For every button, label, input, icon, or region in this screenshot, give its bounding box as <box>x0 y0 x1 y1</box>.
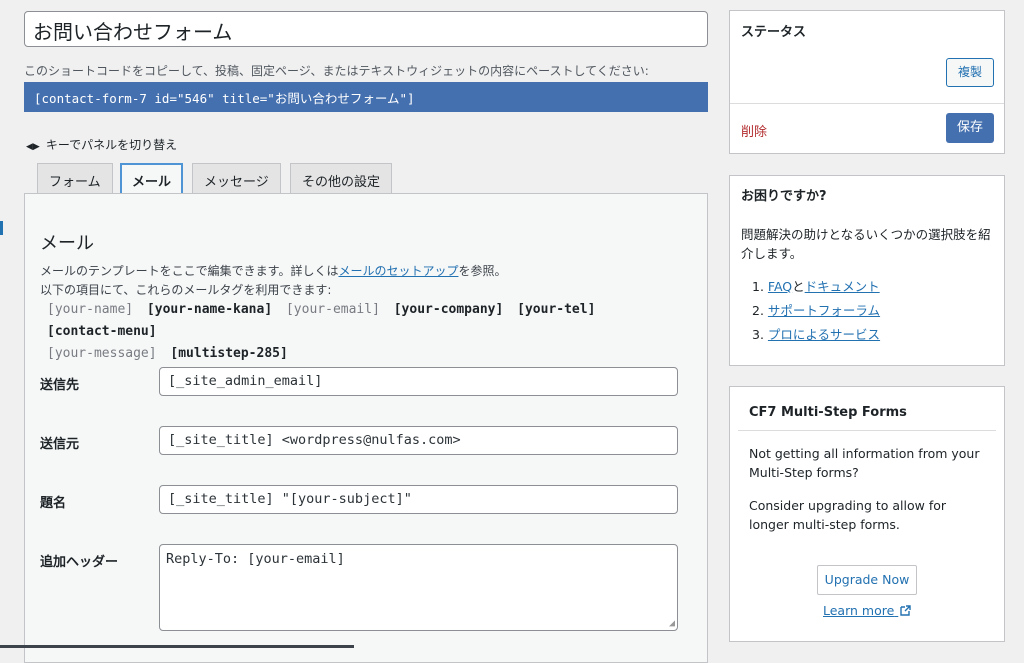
to-input[interactable]: [_site_admin_email] <box>159 367 678 396</box>
tab-form[interactable]: フォーム <box>37 163 113 194</box>
cf7-divider <box>738 430 996 431</box>
mail-heading: メール <box>40 233 94 254</box>
delete-link[interactable]: 削除 <box>741 121 767 140</box>
panel-toggle-label: キーでパネルを切り替え <box>45 138 178 152</box>
shortcode-field[interactable]: [contact-form-7 id="546" title="お問い合わせフォ… <box>24 82 708 112</box>
subject-label: 題名 <box>40 496 67 511</box>
mail-desc-suffix: を参照。 <box>458 264 507 278</box>
mail-tag[interactable]: [your-email] <box>286 302 380 317</box>
duplicate-button[interactable]: 複製 <box>946 58 994 87</box>
external-link-icon <box>900 605 911 616</box>
list-number: 2. <box>752 303 764 318</box>
mail-tag[interactable]: [your-name-kana] <box>147 302 272 317</box>
cf7-text: Consider upgrading to allow for longer m… <box>749 498 947 532</box>
save-button[interactable]: 保存 <box>946 113 994 143</box>
help-text: 問題解決の助けとなるいくつかの選択肢を紹介します。 <box>741 227 991 261</box>
mail-tag[interactable]: [your-name] <box>47 302 133 317</box>
upgrade-now-button[interactable]: Upgrade Now <box>817 565 917 595</box>
list-number: 1. <box>752 279 764 294</box>
additional-headers-value: Reply-To: [your-email] <box>166 551 345 567</box>
mail-tag[interactable]: [your-company] <box>394 302 504 317</box>
edge-marker <box>0 221 3 235</box>
mail-tag[interactable]: [your-message] <box>47 346 157 361</box>
mail-tags-hint: 以下の項目にて、これらのメールタグを利用できます: <box>40 283 332 297</box>
form-title-input[interactable]: お問い合わせフォーム <box>24 11 708 47</box>
pro-services-link[interactable]: プロによるサービス <box>768 327 880 342</box>
mail-tag[interactable]: [contact-menu] <box>47 324 157 339</box>
additional-headers-textarea[interactable]: Reply-To: [your-email] ◢ <box>159 544 678 631</box>
from-label: 送信元 <box>40 437 80 452</box>
help-list: 1. FAQとドキュメント 2. サポートフォーラム 3. プロによるサービス <box>752 275 880 347</box>
mail-tag-list: [your-name] [your-name-kana] [your-email… <box>47 299 697 365</box>
status-title: ステータス <box>741 25 807 40</box>
learn-more-link[interactable]: Learn more <box>823 603 911 618</box>
panel-toggle-hint: ◀▶ キーでパネルを切り替え <box>26 136 177 153</box>
cf7-text: Not getting all information from your Mu… <box>749 446 980 480</box>
mail-desc-prefix: メールのテンプレートをここで編集できます。詳しくは <box>40 264 339 278</box>
mail-description: メールのテンプレートをここで編集できます。詳しくはメールのセットアップを参照。 <box>40 262 506 279</box>
from-input[interactable]: [_site_title] <wordpress@nulfas.com> <box>159 426 678 455</box>
subject-input[interactable]: [_site_title] "[your-subject]" <box>159 485 678 514</box>
to-label: 送信先 <box>40 378 80 393</box>
tab-messages[interactable]: メッセージ <box>192 163 281 194</box>
list-number: 3. <box>752 327 764 342</box>
shortcode-hint: このショートコードをコピーして、投稿、固定ページ、またはテキストウィジェットの内… <box>24 64 649 78</box>
tab-mail[interactable]: メール <box>120 163 184 195</box>
additional-headers-label: 追加ヘッダー <box>40 555 119 570</box>
support-forum-link[interactable]: サポートフォーラム <box>768 303 880 318</box>
learn-more-label: Learn more <box>823 603 895 618</box>
tab-additional-settings[interactable]: その他の設定 <box>290 163 393 194</box>
status-divider <box>730 103 1004 104</box>
resize-handle-icon[interactable]: ◢ <box>669 618 675 629</box>
and-text: と <box>792 279 805 294</box>
help-list-item: 1. FAQとドキュメント <box>752 275 880 299</box>
mail-tag[interactable]: [multistep-285] <box>170 346 287 361</box>
help-list-item: 3. プロによるサービス <box>752 323 880 347</box>
docs-link[interactable]: ドキュメント <box>805 279 880 294</box>
cf7-title: CF7 Multi-Step Forms <box>749 405 907 420</box>
mail-tag[interactable]: [your-tel] <box>517 302 595 317</box>
faq-link[interactable]: FAQ <box>768 279 792 294</box>
help-title: お困りですか? <box>741 189 827 204</box>
mail-setup-link[interactable]: メールのセットアップ <box>338 264 458 278</box>
arrow-keys-icon: ◀▶ <box>26 142 40 152</box>
help-list-item: 2. サポートフォーラム <box>752 299 880 323</box>
